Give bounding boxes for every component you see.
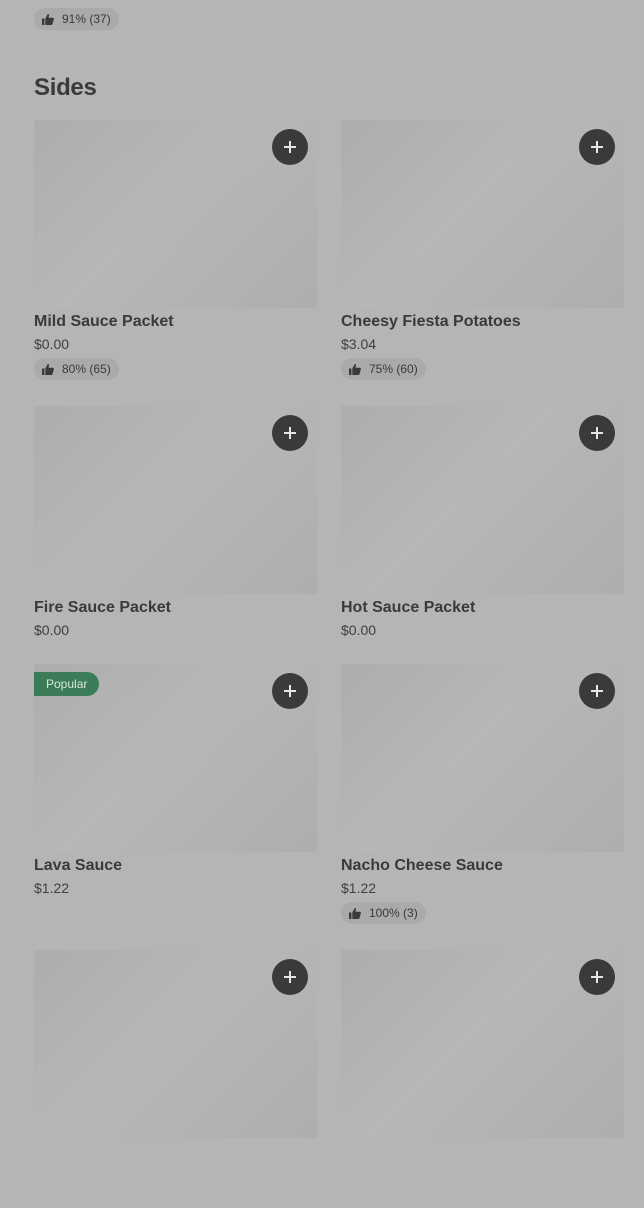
add-to-cart-button[interactable] [579,129,615,165]
plus-icon [591,971,603,983]
item-image[interactable] [341,120,624,308]
add-to-cart-button[interactable] [579,415,615,451]
rating-text: 80% (65) [62,362,111,376]
menu-item-card[interactable]: Fire Sauce Packet $0.00 [34,406,317,664]
plus-icon [284,685,296,697]
plus-icon [284,971,296,983]
popular-badge: Popular [34,672,100,696]
item-price: $1.22 [341,880,377,896]
item-price: $1.22 [34,880,70,896]
item-image[interactable] [34,406,317,594]
item-name[interactable]: Hot Sauce Packet [341,597,624,619]
item-image[interactable] [341,664,624,852]
item-name[interactable]: Fire Sauce Packet [34,597,317,619]
menu-item-card[interactable] [34,950,317,1208]
add-to-cart-button[interactable] [579,673,615,709]
item-name[interactable]: Lava Sauce [34,855,317,877]
thumbs-up-icon [42,13,54,25]
section-title: Sides [34,74,97,101]
rating-text: 75% (60) [369,362,418,376]
menu-item-grid: Mild Sauce Packet $0.00 80% (65) Cheesy … [34,120,624,1208]
rating-text: 91% (37) [62,12,111,26]
plus-icon [284,141,296,153]
item-price: $0.00 [34,336,70,352]
item-price: $0.00 [34,622,70,638]
add-to-cart-button[interactable] [272,673,308,709]
rating-pill: 91% (37) [34,8,119,30]
thumbs-up-icon [42,363,54,375]
rating-text: 100% (3) [369,906,418,920]
top-item-rating: 91% (37) [34,8,119,30]
menu-item-card[interactable] [341,950,624,1208]
item-name[interactable]: Cheesy Fiesta Potatoes [341,311,624,333]
item-name[interactable]: Mild Sauce Packet [34,311,317,333]
rating-pill: 100% (3) [341,902,426,924]
thumbs-up-icon [349,363,361,375]
add-to-cart-button[interactable] [272,129,308,165]
add-to-cart-button[interactable] [272,959,308,995]
rating-pill: 75% (60) [341,358,426,380]
plus-icon [591,141,603,153]
plus-icon [591,685,603,697]
item-image[interactable] [34,950,317,1138]
item-name[interactable]: Nacho Cheese Sauce [341,855,624,877]
item-image[interactable] [34,120,317,308]
item-image[interactable] [341,950,624,1138]
add-to-cart-button[interactable] [272,415,308,451]
item-price: $0.00 [341,622,377,638]
add-to-cart-button[interactable] [579,959,615,995]
menu-item-card[interactable]: Cheesy Fiesta Potatoes $3.04 75% (60) [341,120,624,406]
menu-item-card[interactable]: Nacho Cheese Sauce $1.22 100% (3) [341,664,624,950]
plus-icon [284,427,296,439]
plus-icon [591,427,603,439]
item-image[interactable] [341,406,624,594]
item-price: $3.04 [341,336,377,352]
thumbs-up-icon [349,907,361,919]
menu-item-card[interactable]: Popular Lava Sauce $1.22 [34,664,317,950]
menu-item-card[interactable]: Mild Sauce Packet $0.00 80% (65) [34,120,317,406]
rating-pill: 80% (65) [34,358,119,380]
item-image[interactable]: Popular [34,664,317,852]
menu-item-card[interactable]: Hot Sauce Packet $0.00 [341,406,624,664]
